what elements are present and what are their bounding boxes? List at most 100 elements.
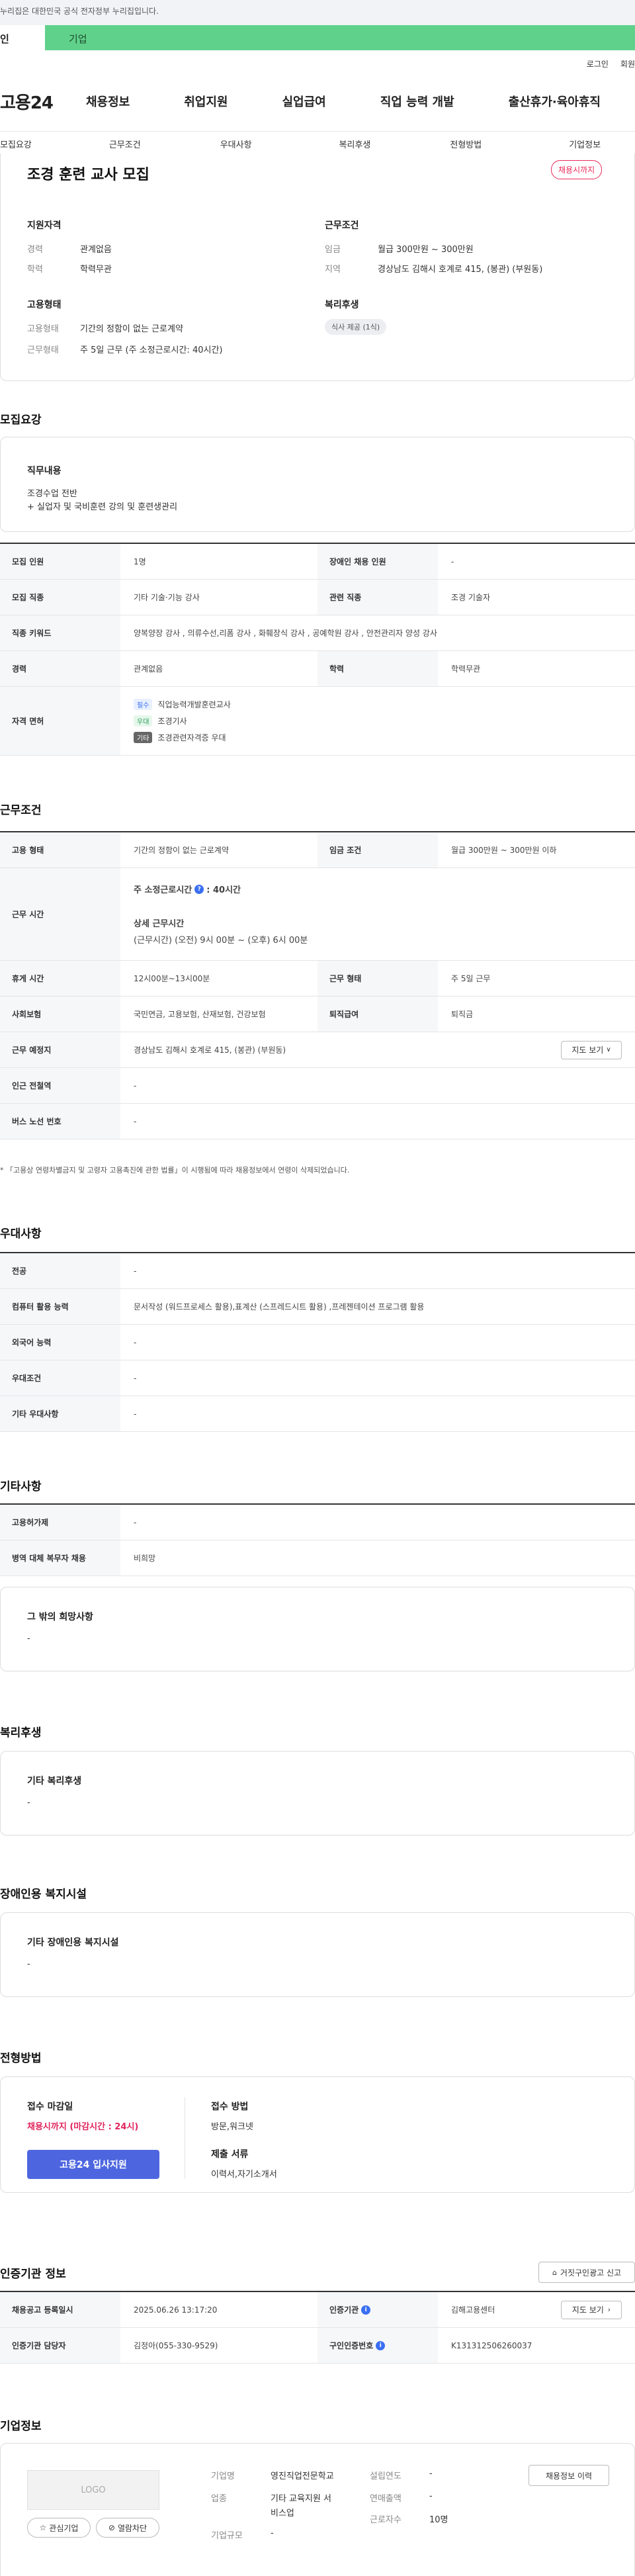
duty-line-2: + 실업자 및 국비훈련 강의 및 훈련생관리 [27,502,178,512]
block-company-button[interactable]: ⊘ 열람차단 [96,2518,159,2538]
p-cond-value: - [134,1373,137,1383]
work-type-value: 주 5일 근무 (주 소정근로시간: 40시간) [80,345,223,355]
apply-button[interactable]: 고용24 입사지원 [27,2150,159,2179]
chevron-down-icon: ∨ [606,1046,611,1053]
disabled-card: 기타 장애인용 복지시설 - [0,1912,635,1997]
r-license-label: 자격 면허 [0,687,120,755]
gnb-unemployment-benefit[interactable]: 실업급여 [282,93,326,110]
anchor-welfare[interactable]: 복리후생 [339,138,371,150]
job-title: 조경 훈련 교사 모집 [27,167,149,183]
gov-notice-text: 누리집은 대한민국 공식 전자정부 누리집입니다. [0,7,159,16]
education-value: 학력무관 [80,265,112,275]
cert-map-button[interactable]: 지도 보기 › [561,2300,622,2319]
p-other-value: - [134,1409,137,1419]
welfare-card: 기타 복리후생 - [0,1751,635,1836]
w-break-label: 휴게 시간 [0,961,120,996]
info-icon[interactable]: i [361,2305,371,2315]
tab-person[interactable]: 인 [0,25,45,50]
gnb-employment-support[interactable]: 취업지원 [184,93,228,110]
anchor-work[interactable]: 근무조건 [109,138,141,150]
qualification-heading: 지원자격 [27,220,62,231]
p-other-label: 기타 우대사항 [0,1396,120,1431]
tab-company[interactable]: 기업 [45,25,635,50]
license-tag-preferred: 우대 [134,715,153,727]
e-permit-label: 고용허가제 [0,1505,120,1540]
w-place-label: 근무 예정지 [0,1032,120,1067]
info-icon[interactable]: ? [194,884,204,894]
license-tag-other: 기타 [134,732,153,743]
anchor-company[interactable]: 기업정보 [569,138,601,150]
company-logo-placeholder: LOGO [27,2470,159,2510]
emp-type-label: 고용형태 [27,324,59,334]
work-table: 고용 형태 기간의 정함이 없는 근로계약 임금 조건 월급 300만원 ~ 3… [0,831,635,1139]
w-insurance-value: 국민연금, 고용보험, 산재보험, 건강보험 [134,1010,266,1019]
c-date-label: 채용공고 등록일시 [0,2292,120,2327]
map-view-button[interactable]: 지도 보기 ∨ [561,1040,622,1059]
welfare-section-title: 복리후생 [0,1726,42,1740]
company-size-label: 기업규모 [211,2531,243,2541]
disabled-section-title: 장애인용 복지시설 [0,1888,87,1901]
w-retire-label: 퇴직급여 [318,997,438,1032]
w-retire-value: 퇴직금 [451,1010,474,1019]
e-permit-value: - [134,1517,137,1527]
wage-label: 임금 [325,245,341,255]
emp-type-value: 기간의 정함이 없는 근로계약 [80,324,183,334]
r-edu-label: 학력 [318,651,438,686]
r-count-label: 모집 인원 [0,544,120,579]
c-org-label-cell: 인증기관 i [318,2292,438,2327]
welfare-heading: 복리후생 [325,300,359,310]
conditions-heading: 근무조건 [325,220,359,231]
r-edu-value: 학력무관 [451,664,481,674]
founded-label: 설립연도 [370,2471,402,2481]
anchor-recruit[interactable]: 모집요강 [0,138,32,150]
prefer-section-title: 우대사항 [0,1227,42,1241]
block-icon: ⊘ [108,2523,115,2532]
age-discrimination-note: * 「고용상 연령차별금지 및 고령자 고용촉진에 관한 법률」이 시행됨에 따… [0,1166,350,1175]
gnb-jobs[interactable]: 채용정보 [86,93,130,110]
weekly-hours-label: 주 소정근로시간 [134,885,192,895]
method-label: 접수 방법 [211,2102,249,2112]
company-name-label: 기업명 [211,2471,235,2481]
info-icon[interactable]: i [376,2340,386,2350]
region-label: 지역 [325,265,341,275]
signup-link[interactable]: 회원 [620,58,635,69]
report-fake-ad-button[interactable]: ⌂ 거짓구인광고 신고 [538,2262,635,2283]
disabled-card-title: 기타 장애인용 복지시설 [27,1937,119,1948]
region-value: 경상남도 김해시 호계로 415, (봉관) (부원동) [378,265,543,275]
apply-button-label: 고용24 입사지원 [60,2160,127,2170]
license-item: 우대 조경기사 [134,715,187,727]
site-logo[interactable]: 고용24 [0,89,86,114]
login-link[interactable]: 로그인 [587,58,609,69]
w-form-label: 근무 형태 [318,961,438,996]
w-hours-label: 근무 시간 [0,868,120,960]
c-org-value: 김해고용센터 [451,2305,495,2315]
license-name: 조경관련자격증 우대 [157,733,226,742]
c-org-cell: 김해고용센터 지도 보기 › [438,2292,635,2327]
gnb-parental-leave[interactable]: 출산휴가·육아휴직 [509,93,601,110]
license-item: 기타 조경관련자격증 우대 [134,732,226,743]
license-tag-required: 필수 [134,699,153,710]
anchor-process[interactable]: 전형방법 [450,138,482,150]
block-company-label: 열람차단 [117,2523,148,2533]
cert-section-title: 인증기관 정보 [0,2268,66,2281]
weekly-hours-row: 주 소정근로시간?: 40시간 [134,883,241,895]
favorite-company-button[interactable]: ☆ 관심기업 [27,2518,91,2538]
star-icon: ☆ [39,2523,47,2532]
career-value: 관계없음 [80,245,112,255]
r-related-label: 관련 직종 [318,580,438,615]
other-wishes-title: 그 밖의 희망사항 [27,1612,93,1622]
house-icon: ⌂ [552,2268,557,2277]
gnb-skills-development[interactable]: 직업 능력 개발 [380,93,454,110]
job-history-button[interactable]: 채용정보 이력 [529,2465,609,2486]
work-type-label: 근무형태 [27,345,59,355]
recruit-section-title: 모집요강 [0,414,42,427]
p-pc-value: 문서작성 (워드프로세스 활용),표계산 (스프레드시트 활용) ,프레젠테이션… [134,1302,425,1311]
company-card: LOGO ☆ 관심기업 ⊘ 열람차단 기업명 영진직업전문학교 업종 기타 교육지원… [0,2443,635,2576]
method-value: 방문,워크넷 [211,2122,253,2132]
license-item: 필수 직업능력개발훈련교사 [134,699,231,710]
section-anchor-nav: 모집요강 근무조건 우대사항 복리후생 전형방법 기업정보 [0,131,635,156]
r-disabled-label: 장애인 채용 인원 [318,544,438,579]
job-summary-card: 조경 훈련 교사 모집 채용시까지 지원자격 경력 관계없음 학력 학력무관 근… [0,154,635,381]
anchor-prefer[interactable]: 우대사항 [220,138,252,150]
detail-hours-label: 상세 근무시간 [134,919,185,929]
